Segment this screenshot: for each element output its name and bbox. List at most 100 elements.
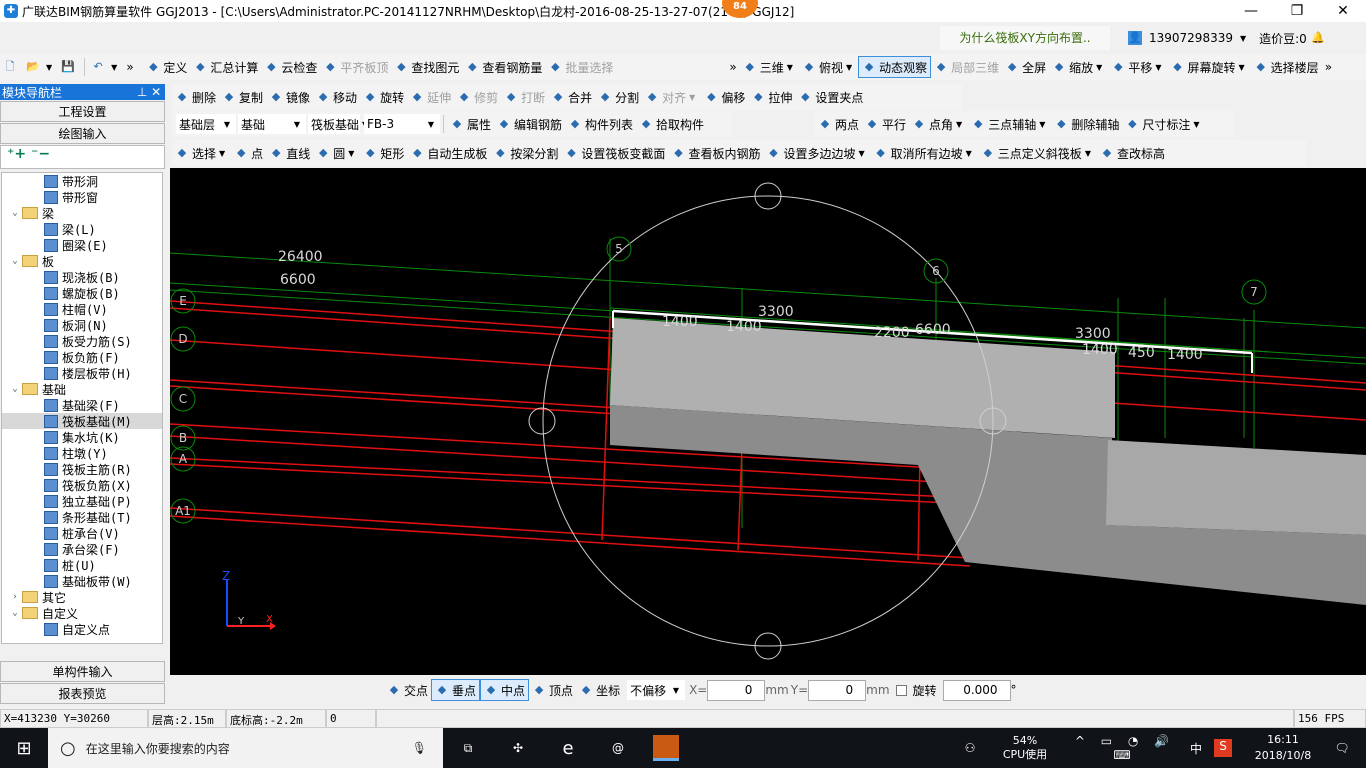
chevron-down-icon[interactable]: ⌄ xyxy=(8,384,22,394)
tree-item[interactable]: 带形洞 xyxy=(2,173,162,189)
tree-item[interactable]: 桩承台(V) xyxy=(2,525,162,541)
minimize-button[interactable]: — xyxy=(1228,0,1274,22)
user-account[interactable]: 13907298339 xyxy=(1149,31,1233,45)
main-button-3[interactable]: ◆ 平齐板顶 xyxy=(320,56,391,78)
draw-button-4[interactable]: ◆ 矩形 xyxy=(360,142,407,164)
tree-item[interactable]: 自定义点 xyxy=(2,621,162,637)
tree-item[interactable]: 柱墩(Y) xyxy=(2,445,162,461)
tree-item[interactable]: 筏板主筋(R) xyxy=(2,461,162,477)
rotate-checkbox[interactable] xyxy=(895,684,907,696)
edit-button-4[interactable]: ◆ 旋转 xyxy=(360,86,407,108)
tree-item[interactable]: 现浇板(B) xyxy=(2,269,162,285)
tree-item[interactable]: 基础梁(F) xyxy=(2,397,162,413)
edit-button-5[interactable]: ◆ 延伸 xyxy=(407,86,454,108)
snap-button-4[interactable]: ◆ 坐标 xyxy=(576,679,623,701)
view-button-3[interactable]: ◆ 局部三维 xyxy=(931,56,1002,78)
tree-item[interactable]: ⌄ 自定义 xyxy=(2,605,162,621)
draw-button-7[interactable]: ◆ 设置筏板变截面 xyxy=(561,142,668,164)
edit-button-3[interactable]: ◆ 移动 xyxy=(313,86,360,108)
view-button-5[interactable]: ◆ 缩放 ▼ xyxy=(1049,56,1108,78)
tree-item[interactable]: 带形窗 xyxy=(2,189,162,205)
main-button-4[interactable]: ◆ 查找图元 xyxy=(391,56,462,78)
edit-button-0[interactable]: ◆ 删除 xyxy=(172,86,219,108)
help-link[interactable]: 为什么筏板XY方向布置.. xyxy=(940,26,1110,50)
app-icon-swirl[interactable]: @ xyxy=(593,741,643,755)
edit-button-7[interactable]: ◆ 打断 xyxy=(501,86,548,108)
tree-item[interactable]: 筏板负筋(X) xyxy=(2,477,162,493)
ie-icon[interactable]: e xyxy=(543,738,593,759)
tree-item[interactable]: 桩(U) xyxy=(2,557,162,573)
notification-icon[interactable]: 🗨 xyxy=(1318,741,1366,755)
prop-button-2[interactable]: ◆ 构件列表 xyxy=(565,113,636,135)
view-button-2[interactable]: ◆ 动态观察 xyxy=(858,56,932,78)
x-input[interactable]: 0 xyxy=(707,679,766,701)
edit-button-1[interactable]: ◆ 复制 xyxy=(219,86,266,108)
edit-button-6[interactable]: ◆ 修剪 xyxy=(454,86,501,108)
draw-button-2[interactable]: ◆ 直线 xyxy=(266,142,313,164)
tree-item[interactable]: 梁(L) xyxy=(2,221,162,237)
draw-button-5[interactable]: ◆ 自动生成板 xyxy=(407,142,490,164)
chevron-right-icon[interactable]: › xyxy=(8,592,22,602)
edit-button-9[interactable]: ◆ 分割 xyxy=(595,86,642,108)
clock[interactable]: 16:11 2018/10/8 xyxy=(1248,732,1318,764)
tray-icons[interactable]: ^ ▭ ◔ 🔊 ⌨ xyxy=(1060,734,1190,762)
axis-bubble-row[interactable]: A1 xyxy=(170,498,196,524)
edit-button-12[interactable]: ◆ 拉伸 xyxy=(748,86,795,108)
prop-button-0[interactable]: ◆ 属性 xyxy=(447,113,494,135)
main-button-1[interactable]: ◆ 汇总计算 xyxy=(190,56,261,78)
axis-button-4[interactable]: ◆ 删除辅轴 xyxy=(1051,113,1122,135)
offset-select[interactable]: 不偏移 ▼ xyxy=(627,680,686,700)
view-button-6[interactable]: ◆ 平移 ▼ xyxy=(1108,56,1167,78)
view-button-7[interactable]: ◆ 屏幕旋转 ▼ xyxy=(1168,56,1251,78)
draw-button-1[interactable]: ◆ 点 xyxy=(231,142,266,164)
tree-item[interactable]: 柱帽(V) xyxy=(2,301,162,317)
nav-button-single-component[interactable]: 单构件输入 xyxy=(0,661,165,682)
draw-button-9[interactable]: ◆ 设置多边边坡 ▼ xyxy=(763,142,870,164)
axis-button-3[interactable]: ◆ 三点辅轴 ▼ xyxy=(968,113,1051,135)
nav-button-project-settings[interactable]: 工程设置 xyxy=(0,101,165,122)
floor-select[interactable]: 基础层 ▼ xyxy=(176,114,236,134)
close-button[interactable]: ✕ xyxy=(1320,0,1366,22)
tree-item[interactable]: 承台梁(F) xyxy=(2,541,162,557)
tree-item[interactable]: 板负筋(F) xyxy=(2,349,162,365)
chevron-down-icon[interactable]: ⌄ xyxy=(8,256,22,266)
draw-button-10[interactable]: ◆ 取消所有边坡 ▼ xyxy=(871,142,978,164)
edit-button-2[interactable]: ◆ 镜像 xyxy=(266,86,313,108)
snap-button-2[interactable]: ◆ 中点 xyxy=(480,679,530,701)
windows-start-icon[interactable]: ⊞ xyxy=(0,738,48,759)
edit-button-11[interactable]: ◆ 偏移 xyxy=(701,86,748,108)
draw-button-6[interactable]: ◆ 按梁分割 xyxy=(490,142,561,164)
tree-item[interactable]: ⌄ 梁 xyxy=(2,205,162,221)
tree-item[interactable]: 集水坑(K) xyxy=(2,429,162,445)
category-select[interactable]: 基础 ▼ xyxy=(238,114,306,134)
view-button-1[interactable]: ◆ 俯视 ▼ xyxy=(799,56,858,78)
ime-indicator[interactable]: 中 xyxy=(1190,740,1214,757)
axis-button-5[interactable]: ◆ 尺寸标注 ▼ xyxy=(1122,113,1205,135)
draw-button-11[interactable]: ◆ 三点定义斜筏板 ▼ xyxy=(978,142,1097,164)
snap-button-3[interactable]: ◆ 顶点 xyxy=(529,679,576,701)
save-button[interactable]: 💾 xyxy=(58,56,81,78)
y-input[interactable]: 0 xyxy=(808,679,867,701)
axis-bubble-col[interactable]: 5 xyxy=(606,236,632,262)
tree-item[interactable]: ⌄ 板 xyxy=(2,253,162,269)
chevron-down-icon[interactable]: ⌄ xyxy=(8,208,22,218)
edit-button-8[interactable]: ◆ 合并 xyxy=(548,86,595,108)
open-file-button[interactable]: 📂 ▼ xyxy=(23,56,58,78)
prop-button-1[interactable]: ◆ 编辑钢筋 xyxy=(494,113,565,135)
tree-item[interactable]: 筏板基础(M) xyxy=(2,413,162,429)
tree-item[interactable]: 板受力筋(S) xyxy=(2,333,162,349)
ggj-app-icon[interactable] xyxy=(653,735,679,761)
bell-icon[interactable]: 🔔 xyxy=(1311,31,1325,45)
tree-item[interactable]: 螺旋板(B) xyxy=(2,285,162,301)
tree-item[interactable]: 圈梁(E) xyxy=(2,237,162,253)
sogou-icon[interactable]: S xyxy=(1214,739,1232,757)
restore-button[interactable]: ❐ xyxy=(1274,0,1320,22)
nav-button-report-preview[interactable]: 报表预览 xyxy=(0,683,165,704)
cad-viewport[interactable]: EDCBAA1567 26400660033001400 1400 2200 6600… xyxy=(169,168,1366,675)
view-button-4[interactable]: ◆ 全屏 xyxy=(1002,56,1049,78)
draw-button-3[interactable]: ◆ 圆 ▼ xyxy=(313,142,360,164)
tree-item[interactable]: ⌄ 基础 xyxy=(2,381,162,397)
axis-button-0[interactable]: ◆ 两点 xyxy=(815,113,862,135)
axis-bubble-col[interactable]: 7 xyxy=(1241,279,1267,305)
snap-button-0[interactable]: ◆ 交点 xyxy=(384,679,431,701)
